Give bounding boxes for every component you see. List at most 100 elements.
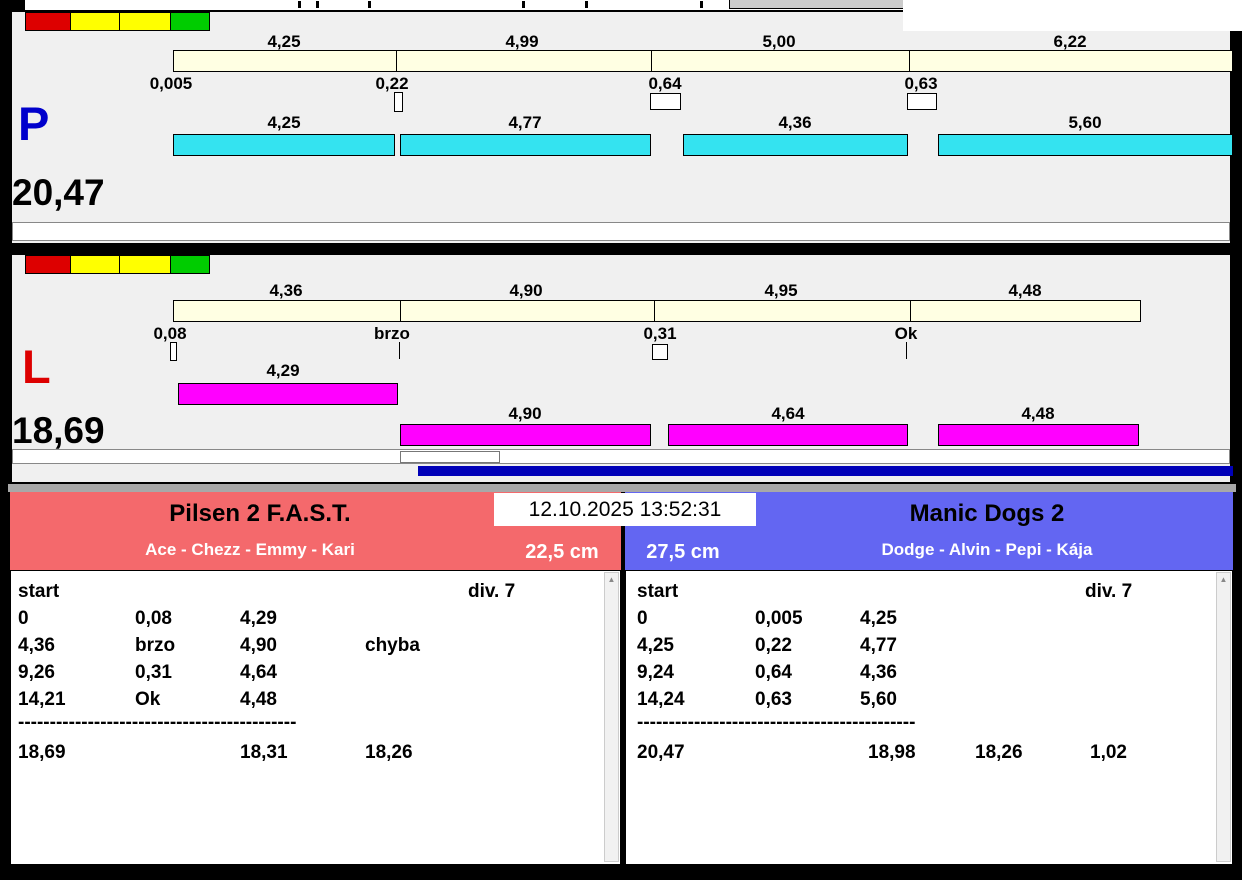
table-cell: 4,29 [240,608,277,629]
run-bar [173,134,395,156]
segment-divider [396,51,397,71]
tab-text-remnant [298,1,301,8]
team-name-left: Pilsen 2 F.A.S.T. [169,500,351,527]
table-cell: 5,60 [860,689,897,710]
start-light-yellow-icon [119,12,171,31]
tab-text-remnant [585,1,588,8]
segment-divider [651,51,652,71]
tab-text-remnant [700,1,703,8]
top-right-window-remnant [903,0,1242,31]
segment-divider [910,301,911,321]
start-light-green-icon [170,12,210,31]
table-cell: 4,36 [18,635,55,656]
jump-height-left: 22,5 cm [525,541,599,563]
table-cell: 9,24 [637,662,674,683]
table-cell: 4,90 [240,635,277,656]
table-separator: ----------------------------------------… [637,712,916,733]
cross-time-label: 0,22 [375,74,409,93]
table-cell: 0,63 [755,689,792,710]
division-label: div. 7 [1085,581,1133,602]
run-time-label: 4,29 [266,361,300,380]
table-cell: 4,25 [637,635,674,656]
cross-time-label: Ok [894,324,918,343]
run-time-label: 4,77 [508,113,542,132]
run-time-label: 4,36 [778,113,812,132]
scroll-up-icon[interactable]: ▲ [605,573,618,587]
start-label: start [18,581,60,602]
segment-divider [654,301,655,321]
tab-text-remnant [316,1,319,8]
table-cell: brzo [135,635,176,656]
table-cell: 4,77 [860,635,897,656]
split-time-label: 5,00 [762,32,796,51]
status-indicator-box [400,451,500,463]
cross-time-label: 0,63 [904,74,938,93]
total-time: 18,69 [18,742,66,763]
split-time-label: 4,25 [267,32,301,51]
jump-height-right: 27,5 cm [646,541,720,563]
top-tab[interactable] [729,0,904,9]
run-bar [683,134,908,156]
table-cell: 4,36 [860,662,897,683]
total-time: 20,47 [637,742,685,763]
split-bar-p [173,50,1233,72]
run-bar [400,424,651,446]
total-time: 1,02 [1090,742,1127,763]
tab-text-remnant [368,1,371,8]
team-dogs-left: Ace - Chezz - Emmy - Kari [145,540,355,559]
lane-letter-l: L [22,340,51,393]
section-divider [8,484,1236,492]
lane-total-p: 20,47 [12,172,105,213]
team-name-right: Manic Dogs 2 [909,500,1065,527]
progress-bar [418,466,1233,476]
cross-time-label: 0,31 [643,324,677,343]
table-cell: 9,26 [18,662,55,683]
run-time-label: 4,25 [267,113,301,132]
table-cell: Ok [135,689,161,710]
cross-marker-box [394,92,403,112]
total-time: 18,31 [240,742,288,763]
run-time-label: 4,48 [1021,404,1055,423]
table-cell: chyba [365,635,420,656]
table-cell: 14,21 [18,689,66,710]
split-time-label: 4,48 [1008,281,1042,300]
scrollbar-right[interactable]: ▲ [1216,572,1231,862]
start-light-green-icon [170,255,210,274]
cross-marker-box [170,342,177,361]
lane-letter-p: P [18,97,50,150]
start-light-red-icon [25,12,71,31]
datetime-display: 12.10.2025 13:52:31 [494,493,756,526]
start-lights-p [25,12,210,31]
flyball-timer-screen: 4,25 4,99 5,00 6,22 0,005 0,22 0,64 0,63… [0,0,1242,880]
table-separator: ----------------------------------------… [18,712,297,733]
total-time: 18,98 [868,742,916,763]
cross-time-label: brzo [374,324,410,343]
run-bar [938,424,1139,446]
table-cell: 0,005 [755,608,803,629]
lane-total-l: 18,69 [12,410,105,451]
split-time-label: 6,22 [1053,32,1087,51]
run-time-label: 5,60 [1068,113,1102,132]
scroll-up-icon[interactable]: ▲ [1217,573,1230,587]
table-cell: 4,48 [240,689,277,710]
split-time-label: 4,99 [505,32,539,51]
team-dogs-right: Dodge - Alvin - Pepi - Kája [881,540,1093,559]
status-strip-l [12,449,1230,464]
start-light-red-icon [25,255,71,274]
run-bar [400,134,651,156]
run-bar [178,383,398,405]
split-time-label: 4,36 [269,281,303,300]
table-cell: 4,64 [240,662,277,683]
cross-marker-box [907,93,937,110]
scrollbar-left[interactable]: ▲ [604,572,619,862]
total-time: 18,26 [365,742,413,763]
split-time-label: 4,95 [764,281,798,300]
cross-marker-tick [399,342,400,359]
run-bar [668,424,908,446]
table-cell: 0,31 [135,662,172,683]
table-cell: 0 [18,608,29,629]
table-cell: 0,64 [755,662,792,683]
status-strip-p [12,222,1230,241]
cross-marker-tick [906,342,907,359]
start-light-yellow-icon [70,255,120,274]
